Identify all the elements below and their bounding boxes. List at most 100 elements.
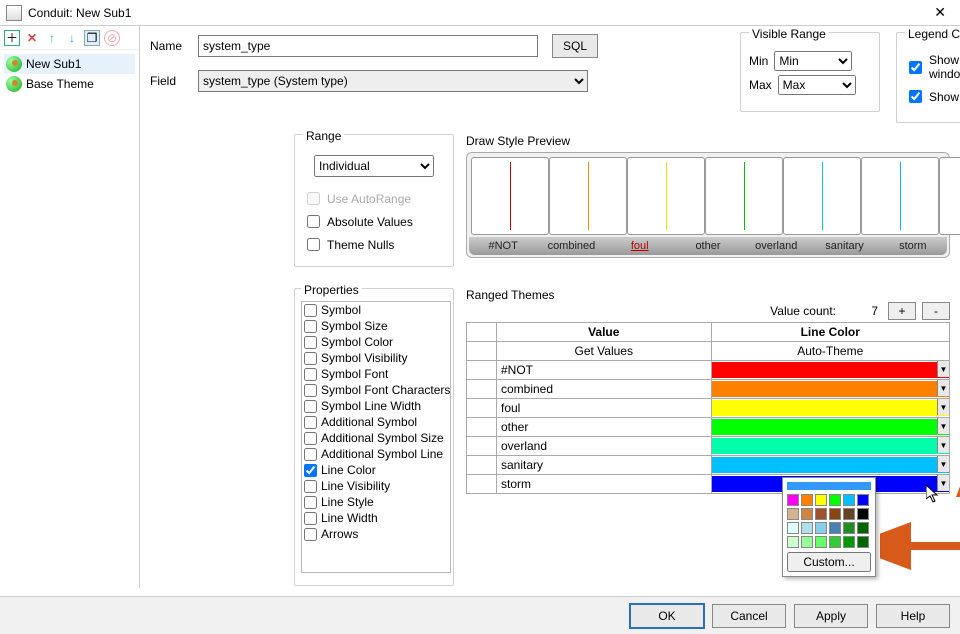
value-count-minus[interactable]: - [922, 302, 950, 320]
value-cell[interactable]: foul [497, 399, 712, 418]
property-item[interactable]: Additional Symbol Line [302, 446, 450, 462]
add-icon[interactable]: ＋ [4, 30, 20, 46]
color-cell[interactable]: ▼ [711, 399, 950, 418]
row-handle[interactable] [467, 437, 497, 456]
property-item[interactable]: Line Width [302, 510, 450, 526]
chevron-down-icon[interactable]: ▼ [937, 456, 949, 472]
value-cell[interactable]: #NOT [497, 361, 712, 380]
color-swatch[interactable] [815, 494, 827, 506]
value-cell[interactable]: storm [497, 475, 712, 494]
value-cell[interactable]: sanitary [497, 456, 712, 475]
delete-icon[interactable]: ✕ [24, 30, 40, 46]
color-swatch[interactable] [843, 522, 855, 534]
value-cell[interactable]: overland [497, 437, 712, 456]
absolute-values-checkbox[interactable]: Absolute Values [303, 212, 445, 231]
tree-item-new-sub[interactable]: New Sub1 [4, 54, 135, 74]
property-item[interactable]: Additional Symbol Size [302, 430, 450, 446]
color-swatch[interactable] [801, 508, 813, 520]
preview-swatch[interactable] [549, 157, 627, 235]
preview-swatch[interactable] [705, 157, 783, 235]
chevron-down-icon[interactable]: ▼ [937, 418, 949, 434]
move-up-icon[interactable]: ↑ [44, 30, 60, 46]
row-handle[interactable] [467, 456, 497, 475]
color-swatch[interactable] [787, 522, 799, 534]
color-swatch[interactable] [857, 522, 869, 534]
color-swatch[interactable] [787, 508, 799, 520]
move-down-icon[interactable]: ↓ [64, 30, 80, 46]
color-swatch[interactable] [815, 522, 827, 534]
property-item[interactable]: Line Style [302, 494, 450, 510]
ok-button[interactable]: OK [630, 604, 704, 628]
copy-icon[interactable]: ❐ [84, 30, 100, 46]
cancel-button[interactable]: Cancel [712, 604, 786, 628]
property-item[interactable]: Symbol Size [302, 318, 450, 334]
color-cell[interactable]: ▼ [711, 418, 950, 437]
color-swatch[interactable] [857, 494, 869, 506]
close-icon[interactable]: ✕ [926, 4, 954, 21]
properties-list[interactable]: SymbolSymbol SizeSymbol ColorSymbol Visi… [301, 301, 451, 573]
field-select[interactable]: system_type (System type) [198, 70, 588, 92]
value-cell[interactable]: other [497, 418, 712, 437]
chevron-down-icon[interactable]: ▼ [937, 437, 949, 453]
help-button[interactable]: Help [876, 604, 950, 628]
property-item[interactable]: Additional Symbol [302, 414, 450, 430]
custom-color-button[interactable]: Custom... [787, 552, 871, 572]
property-item[interactable]: Line Color [302, 462, 450, 478]
color-swatch[interactable] [829, 536, 841, 548]
color-cell[interactable]: ▼ [711, 437, 950, 456]
property-item[interactable]: Arrows [302, 526, 450, 542]
value-count-plus[interactable]: + [888, 302, 916, 320]
apply-button[interactable]: Apply [794, 604, 868, 628]
auto-theme-button[interactable]: Auto-Theme [711, 342, 950, 361]
chevron-down-icon[interactable]: ▼ [937, 361, 949, 377]
row-handle[interactable] [467, 399, 497, 418]
row-handle[interactable] [467, 418, 497, 437]
color-swatch[interactable] [857, 536, 869, 548]
color-swatch[interactable] [801, 494, 813, 506]
color-swatch[interactable] [815, 536, 827, 548]
show-printed-checkbox[interactable]: Show in Printed Legend [905, 87, 960, 106]
color-swatch[interactable] [829, 508, 841, 520]
sql-button[interactable]: SQL [552, 34, 598, 58]
color-swatch[interactable] [829, 522, 841, 534]
color-swatch[interactable] [843, 536, 855, 548]
chevron-down-icon[interactable]: ▼ [937, 399, 949, 415]
show-thematic-checkbox[interactable]: Show in Thematic Key window [905, 53, 960, 81]
color-cell[interactable]: ▼ [711, 380, 950, 399]
color-swatch[interactable] [787, 536, 799, 548]
min-select[interactable]: Min [774, 51, 852, 71]
color-cell[interactable]: ▼ [711, 361, 950, 380]
preview-swatch[interactable] [783, 157, 861, 235]
property-item[interactable]: Symbol Visibility [302, 350, 450, 366]
color-swatch[interactable] [815, 508, 827, 520]
property-item[interactable]: Line Visibility [302, 478, 450, 494]
property-item[interactable]: Symbol Font Characters [302, 382, 450, 398]
property-item[interactable]: Symbol Font [302, 366, 450, 382]
property-item[interactable]: Symbol Color [302, 334, 450, 350]
property-item[interactable]: Symbol Line Width [302, 398, 450, 414]
color-swatch[interactable] [857, 508, 869, 520]
range-mode-select[interactable]: Individual [314, 155, 434, 177]
color-swatch[interactable] [801, 522, 813, 534]
get-values-button[interactable]: Get Values [497, 342, 712, 361]
chevron-down-icon[interactable]: ▼ [937, 380, 949, 396]
color-swatch[interactable] [801, 536, 813, 548]
row-handle[interactable] [467, 475, 497, 494]
disable-icon[interactable]: ⊘ [104, 30, 120, 46]
color-swatch[interactable] [829, 494, 841, 506]
property-item[interactable]: Symbol [302, 302, 450, 318]
tree-item-base-theme[interactable]: Base Theme [4, 74, 135, 94]
preview-swatch[interactable] [627, 157, 705, 235]
color-swatch[interactable] [843, 494, 855, 506]
chevron-down-icon[interactable]: ▼ [937, 475, 949, 491]
row-handle[interactable] [467, 380, 497, 399]
preview-swatch[interactable] [939, 157, 960, 235]
row-handle[interactable] [467, 361, 497, 380]
color-swatch[interactable] [787, 494, 799, 506]
use-autorange-checkbox[interactable]: Use AutoRange [303, 189, 445, 208]
color-swatch[interactable] [843, 508, 855, 520]
value-cell[interactable]: combined [497, 380, 712, 399]
name-input[interactable] [198, 35, 538, 57]
preview-swatch[interactable] [471, 157, 549, 235]
max-select[interactable]: Max [778, 75, 856, 95]
